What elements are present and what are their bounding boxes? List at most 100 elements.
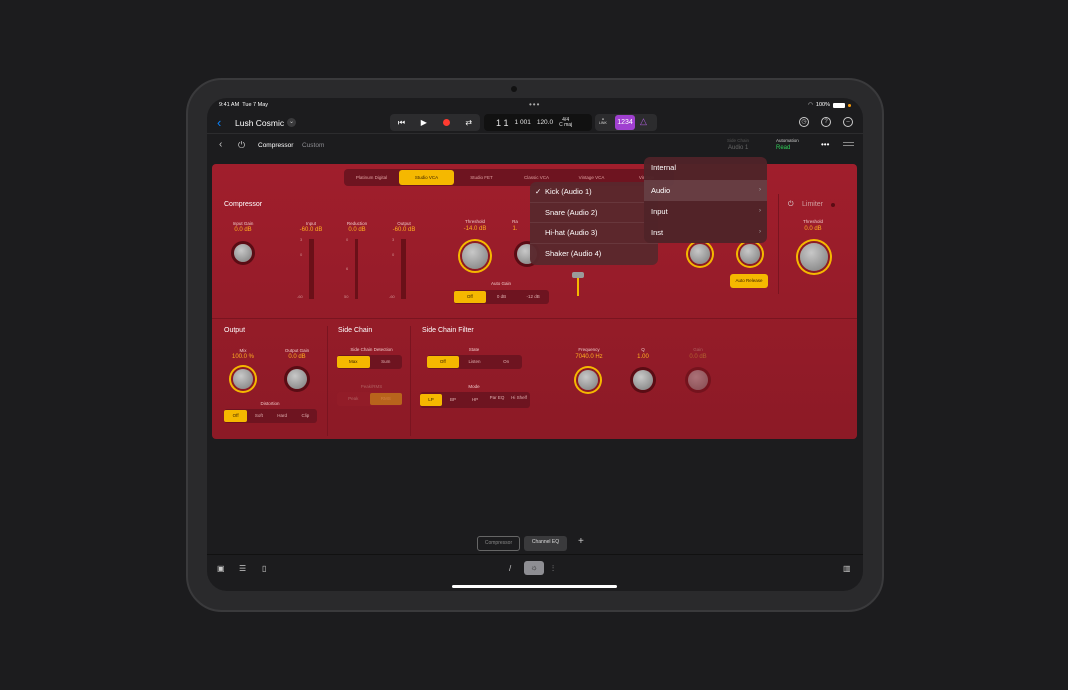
state-on[interactable]: On <box>490 356 522 368</box>
link-button[interactable]: ● LINK <box>599 117 607 125</box>
gain-label: Gain <box>693 347 703 352</box>
chevron-right-icon: › <box>759 208 761 214</box>
mode-lp[interactable]: LP <box>420 394 442 406</box>
frequency-value: 7040.0 Hz <box>575 354 603 360</box>
home-indicator[interactable] <box>452 585 617 588</box>
q-knob[interactable] <box>633 370 653 390</box>
browser-icon[interactable]: ▣ <box>217 564 225 573</box>
side-chain-selector[interactable]: Audio 1 <box>728 145 748 151</box>
model-studio-fet[interactable]: Studio FET <box>454 170 509 185</box>
drag-handle-icon[interactable] <box>843 142 854 146</box>
editor-icon[interactable]: ▯ <box>262 564 266 573</box>
record-icon[interactable] <box>442 119 450 126</box>
add-plugin-button[interactable]: + <box>578 536 584 547</box>
plugin-back-icon[interactable]: ‹ <box>219 139 222 150</box>
menu-item-hihat[interactable]: Hi-hat (Audio 3) <box>530 223 658 244</box>
power-icon[interactable]: ⏻ <box>238 140 245 151</box>
lcd-tempo: 120.0 <box>536 119 554 126</box>
menu-item-inst[interactable]: Inst › <box>644 222 767 243</box>
auto-gain-minus-12db[interactable]: -12 dB <box>517 291 549 303</box>
state-listen[interactable]: Listen <box>459 356 491 368</box>
more-options-icon[interactable]: ••• <box>821 140 829 149</box>
mode-hi-shelf[interactable]: Hi Shelf <box>508 394 530 406</box>
output-divider <box>327 326 328 436</box>
attack-knob[interactable] <box>690 244 710 264</box>
state-off[interactable]: Off <box>427 356 459 368</box>
gain-knob[interactable] <box>688 370 708 390</box>
input-meter <box>309 239 314 299</box>
lcd-display[interactable]: 1 1 1 001 120.0 4/4 C maj <box>484 114 592 131</box>
menu-item-audio[interactable]: Audio › <box>644 180 767 201</box>
chevron-right-icon: › <box>759 229 761 235</box>
distortion-soft[interactable]: Soft <box>247 410 270 422</box>
project-menu-icon[interactable]: ⌄ <box>287 118 296 127</box>
cycle-icon[interactable]: ⇄ <box>465 118 472 127</box>
pencil-icon[interactable]: / <box>509 564 511 573</box>
side-chain-divider <box>410 326 411 436</box>
rms-option[interactable]: RMS <box>369 393 402 405</box>
gain-value: 0.0 dB <box>689 354 707 360</box>
limiter-threshold-label: Threshold <box>802 219 823 224</box>
plugin-name: Compressor <box>258 142 294 149</box>
quick-help-icon[interactable]: ◷ <box>799 117 809 127</box>
distortion-clip[interactable]: Clip <box>294 410 317 422</box>
model-studio-vca[interactable]: Studio VCA <box>399 170 454 185</box>
meter-tick: -60 <box>389 294 395 299</box>
preset-name[interactable]: Custom <box>302 142 324 149</box>
back-button[interactable]: ‹ <box>217 115 221 130</box>
keyboard-icon[interactable]: ▥ <box>843 564 851 573</box>
input-gain-knob[interactable] <box>234 244 252 262</box>
peak-option[interactable]: Peak <box>337 393 370 405</box>
checkmark-icon: ✓ <box>535 187 542 196</box>
mode-bp[interactable]: BP <box>442 394 464 406</box>
count-in-button[interactable]: 1234 <box>615 115 635 130</box>
threshold-knob[interactable] <box>462 243 488 269</box>
menu-item-shaker[interactable]: Shaker (Audio 4) <box>530 244 658 265</box>
state-label: State <box>468 347 480 352</box>
menu-item-kick[interactable]: ✓ Kick (Audio 1) <box>530 182 658 203</box>
slot-channel-eq[interactable]: Channel EQ <box>524 536 567 551</box>
mode-label: Mode <box>468 384 480 389</box>
limiter-threshold-knob[interactable] <box>800 243 828 271</box>
distortion-off[interactable]: Off <box>224 410 248 422</box>
reduction-meter-value: 0.0 dB <box>348 227 366 233</box>
mode-hp[interactable]: HP <box>464 394 486 406</box>
menu-item-input[interactable]: Input › <box>644 201 767 222</box>
auto-gain-0db[interactable]: 0 dB <box>486 291 518 303</box>
auto-release-button[interactable]: Auto Release <box>730 274 768 288</box>
metronome-icon[interactable]: △ <box>640 116 647 127</box>
detection-sum[interactable]: Sum <box>370 356 403 368</box>
frequency-knob[interactable] <box>578 370 598 390</box>
battery-icon <box>833 102 845 108</box>
plugins-view-button[interactable]: ☼ <box>524 561 544 575</box>
go-to-beginning-icon[interactable]: ⏮ <box>398 118 405 128</box>
distortion-selector: Off Soft Hard Clip <box>224 409 317 423</box>
menu-item-snare[interactable]: Snare (Audio 2) <box>530 203 658 223</box>
status-bar: 9:41 AM Tue 7 May ••• ◠ 100% <box>207 98 863 112</box>
status-time: 9:41 AM Tue 7 May <box>219 102 269 108</box>
side-chain-detection-label: Side Chain Detection <box>350 347 393 352</box>
ratio-value: 1. <box>512 226 518 232</box>
knee-slider-handle[interactable] <box>572 272 584 278</box>
slot-compressor[interactable]: Compressor <box>477 536 520 551</box>
help-icon[interactable]: ? <box>821 117 831 127</box>
mix-knob[interactable] <box>233 369 253 389</box>
model-platinum-digital[interactable]: Platinum Digital <box>344 170 399 185</box>
inspector-icon[interactable]: ☰ <box>239 564 246 573</box>
auto-gain-off[interactable]: Off <box>454 291 486 303</box>
menu-item-internal[interactable]: Internal <box>644 157 767 178</box>
limiter-power-icon[interactable]: ⏻ <box>788 201 794 209</box>
distortion-hard[interactable]: Hard <box>271 410 294 422</box>
detection-max[interactable]: Max <box>337 356 370 368</box>
status-right: ◠ 100% <box>808 102 851 108</box>
automation-selector[interactable]: Read <box>776 145 790 151</box>
play-icon[interactable]: ▶ <box>421 118 427 127</box>
mixer-icon[interactable]: ⫶ <box>552 564 554 574</box>
output-gain-knob[interactable] <box>287 369 307 389</box>
mode-par-eq[interactable]: Par EQ <box>486 394 508 406</box>
release-knob[interactable] <box>740 244 760 264</box>
multitasking-dots[interactable]: ••• <box>529 100 540 109</box>
distortion-label: Distortion <box>260 401 280 406</box>
more-icon[interactable]: – <box>843 117 853 127</box>
project-name[interactable]: Lush Cosmic <box>235 118 284 128</box>
